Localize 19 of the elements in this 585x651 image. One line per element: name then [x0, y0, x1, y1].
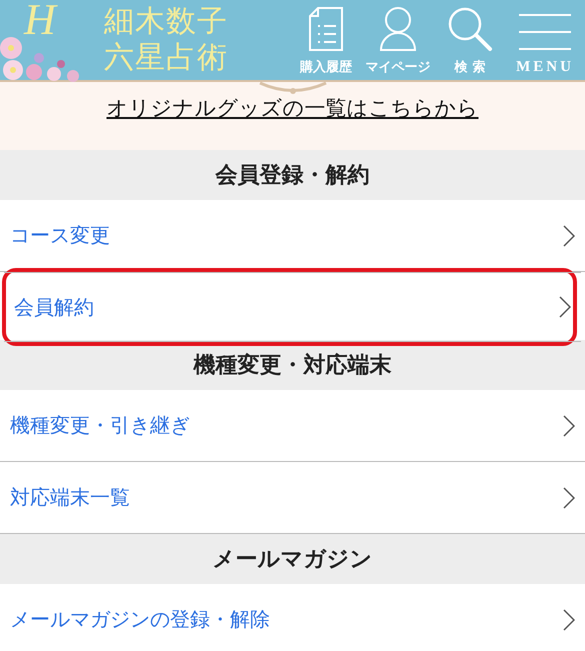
document-icon: [308, 6, 344, 52]
section-title: 会員登録・解約: [216, 162, 370, 190]
chevron-icon: [563, 608, 575, 630]
list-item[interactable]: コース変更: [0, 200, 585, 272]
menu-icon: [517, 11, 573, 53]
section-title: 機種変更・対応端末: [194, 352, 392, 380]
list-item[interactable]: 会員解約: [4, 272, 581, 342]
chevron-icon: [563, 486, 575, 508]
search-icon: [447, 6, 493, 52]
person-icon: [378, 6, 418, 52]
site-title: 細木数子: [104, 4, 228, 40]
list-item[interactable]: 機種変更・引き継ぎ: [0, 390, 585, 462]
chevron-icon: [559, 296, 571, 318]
chevron-icon: [563, 414, 575, 436]
chevron-icon: [563, 224, 575, 246]
list-item[interactable]: メールマガジンの登録・解除: [0, 584, 585, 651]
site-title: 六星占術: [104, 40, 228, 76]
section-title: メールマガジン: [212, 546, 372, 574]
logo-letter: H: [24, 0, 59, 37]
